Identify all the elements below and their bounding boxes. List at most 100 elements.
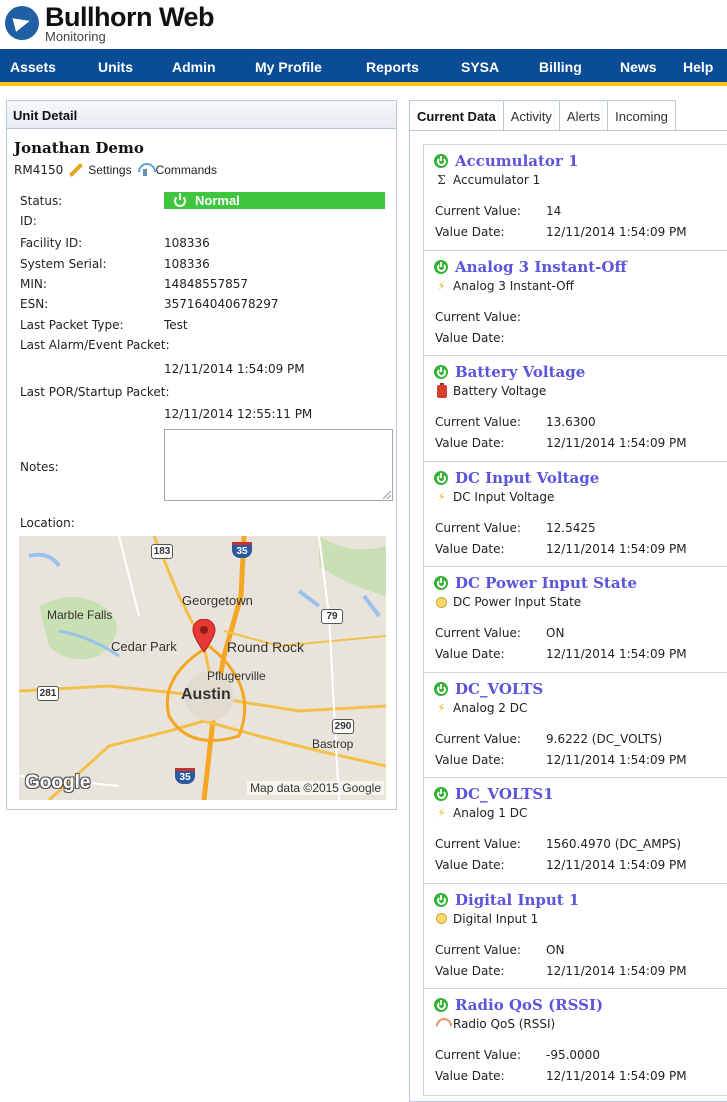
logo[interactable]: Bullhorn Web Monitoring xyxy=(5,2,215,46)
card-subtitle: Radio QoS (RSSI) xyxy=(435,1017,555,1031)
logo-title: Bullhorn Web xyxy=(45,2,215,32)
card-subtitle-text: Analog 3 Instant-Off xyxy=(453,278,574,293)
card-title-text: DC Power Input State xyxy=(455,574,638,592)
nav-units[interactable]: Units xyxy=(98,59,133,75)
bullhorn-icon xyxy=(5,6,39,40)
nav-admin[interactable]: Admin xyxy=(172,59,216,75)
card-title[interactable]: DC_VOLTS xyxy=(434,680,543,698)
facility-id-value: 108336 xyxy=(164,236,210,250)
card-title[interactable]: Digital Input 1 xyxy=(434,891,579,909)
value-date: 12/11/2014 1:54:09 PM xyxy=(546,858,687,872)
map-attribution[interactable]: Map data ©2015 Google xyxy=(247,781,384,795)
facility-id-label: Facility ID: xyxy=(20,236,83,250)
nav-assets[interactable]: Assets xyxy=(10,59,56,75)
card-title-text: Accumulator 1 xyxy=(455,152,579,170)
data-card[interactable]: Analog 3 Instant-Off ⚡ Analog 3 Instant-Of… xyxy=(424,251,727,356)
lightning-icon: ⚡ xyxy=(437,489,446,504)
tab-alerts[interactable]: Alerts xyxy=(558,100,609,131)
data-card[interactable]: DC_VOLTS ⚡ Analog 2 DC Current Value: 9.6222… xyxy=(424,673,727,778)
data-card[interactable]: DC_VOLTS1 ⚡ Analog 1 DC Current Value: 1560.… xyxy=(424,778,727,884)
card-title[interactable]: Analog 3 Instant-Off xyxy=(434,258,627,276)
card-title[interactable]: DC Power Input State xyxy=(434,574,637,592)
power-status-icon xyxy=(434,259,448,274)
pencil-icon xyxy=(69,162,84,178)
map-label-pflugerville: Pflugerville xyxy=(207,669,266,683)
satellite-icon xyxy=(137,163,153,177)
nav-reports[interactable]: Reports xyxy=(366,59,419,75)
data-card[interactable]: Battery Voltage Battery Voltage Current Va… xyxy=(424,356,727,462)
current-value-label: Current Value: xyxy=(435,204,521,218)
value-date: 12/11/2014 1:54:09 PM xyxy=(546,541,687,556)
current-value: 14 xyxy=(546,204,562,218)
route-290-shield: 290 xyxy=(332,719,354,734)
data-card[interactable]: Digital Input 1 Digital Input 1 Current Va… xyxy=(424,884,727,989)
notes-textarea[interactable] xyxy=(164,429,393,501)
nav-billing[interactable]: Billing xyxy=(539,59,582,75)
card-title[interactable]: DC_VOLTS1 xyxy=(434,785,554,803)
map-marker-icon[interactable] xyxy=(192,619,216,653)
last-packet-type-label: Last Packet Type: xyxy=(20,318,124,332)
lightning-icon: ⚡ xyxy=(437,278,446,293)
current-value: ON xyxy=(546,626,565,640)
settings-label: Settings xyxy=(88,163,132,177)
card-title[interactable]: Accumulator 1 xyxy=(434,152,579,170)
unit-model: RM4150 xyxy=(14,163,64,177)
current-value: ON xyxy=(546,942,565,957)
resize-grip-icon[interactable] xyxy=(383,491,391,499)
power-status-icon xyxy=(434,470,448,485)
google-logo[interactable]: Google xyxy=(25,772,90,794)
nav-news[interactable]: News xyxy=(620,59,657,75)
power-icon xyxy=(174,192,186,207)
status-badge: Normal xyxy=(164,192,385,209)
power-status-icon xyxy=(434,365,448,379)
esn-label: ESN: xyxy=(20,297,49,311)
card-subtitle: ⚡ Analog 2 DC xyxy=(435,701,527,715)
current-value-label: Current Value: xyxy=(435,942,521,957)
map-label-cedar-park: Cedar Park xyxy=(111,639,177,654)
route-79-shield: 79 xyxy=(321,609,343,624)
tab-activity[interactable]: Activity xyxy=(502,100,560,131)
card-title[interactable]: Radio QoS (RSSI) xyxy=(434,996,603,1014)
value-date: 12/11/2014 1:54:09 PM xyxy=(546,963,687,978)
card-subtitle-text: Analog 2 DC xyxy=(453,700,528,715)
value-date-label: Value Date: xyxy=(435,647,505,661)
panel-title: Unit Detail xyxy=(7,101,396,129)
card-title[interactable]: DC Input Voltage xyxy=(434,469,599,487)
value-date-label: Value Date: xyxy=(435,225,505,239)
last-por-label: Last POR/Startup Packet: xyxy=(20,385,170,399)
battery-icon xyxy=(435,382,448,398)
unit-name: Jonathan Demo xyxy=(14,139,144,157)
commands-link[interactable]: Commands xyxy=(137,163,217,177)
card-title-text: DC_VOLTS xyxy=(455,679,544,698)
data-card[interactable]: Accumulator 1 Σ Accumulator 1 Current Value… xyxy=(424,145,727,251)
value-date-label: Value Date: xyxy=(435,963,505,978)
card-subtitle: ⚡ Analog 1 DC xyxy=(435,806,527,820)
tab-incoming[interactable]: Incoming xyxy=(607,100,676,131)
current-value: 12.5425 xyxy=(546,520,596,535)
sigma-icon: Σ xyxy=(437,173,446,187)
last-alarm-value: 12/11/2014 1:54:09 PM xyxy=(164,362,305,376)
data-card[interactable]: DC Power Input State DC Power Input State… xyxy=(424,567,727,673)
unit-detail-panel: Unit Detail Jonathan Demo RM4150 Setting… xyxy=(6,100,397,810)
route-281-shield: 281 xyxy=(37,686,59,701)
value-date-label: Value Date: xyxy=(435,436,505,450)
settings-link[interactable]: Settings xyxy=(68,162,132,178)
card-title-text: Radio QoS (RSSI) xyxy=(455,996,604,1014)
nav-sysa[interactable]: SYSA xyxy=(461,59,499,75)
nav-my-profile[interactable]: My Profile xyxy=(255,59,322,75)
notes-label: Notes: xyxy=(20,460,59,474)
nav-help[interactable]: Help xyxy=(683,59,713,75)
card-title[interactable]: Battery Voltage xyxy=(434,363,585,381)
data-card[interactable]: Radio QoS (RSSI) Radio QoS (RSSI) Current … xyxy=(424,989,727,1095)
current-data-panel: Accumulator 1 Σ Accumulator 1 Current Value… xyxy=(409,130,727,1102)
status-label: Status: xyxy=(20,194,63,208)
current-value: -95.0000 xyxy=(546,1048,600,1062)
current-value-label: Current Value: xyxy=(435,415,521,429)
data-card[interactable]: DC Input Voltage ⚡ DC Input Voltage Current… xyxy=(424,462,727,567)
value-date: 12/11/2014 1:54:09 PM xyxy=(546,436,687,450)
tab-current-data[interactable]: Current Data xyxy=(409,100,504,131)
system-serial-label: System Serial: xyxy=(20,257,107,271)
card-title-text: Battery Voltage xyxy=(455,363,586,381)
power-status-icon xyxy=(434,576,448,590)
location-map[interactable]: 183 35 79 281 290 35 Georgetown Marble F… xyxy=(19,536,386,800)
